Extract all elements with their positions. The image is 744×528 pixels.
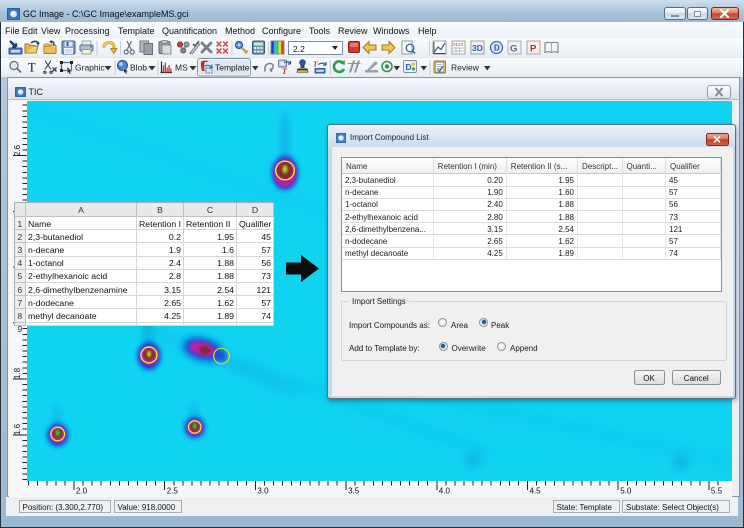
svg-text:Template: Template [215, 63, 250, 73]
svg-text:P: P [530, 44, 537, 55]
svg-text:Graphic: Graphic [75, 63, 106, 73]
svg-text:Review: Review [451, 63, 480, 73]
svg-text:G: G [510, 44, 517, 55]
svg-text:D: D [406, 62, 412, 72]
svg-text:T: T [313, 60, 318, 69]
svg-text:4.0: 4.0 [439, 487, 451, 496]
svg-text:3D: 3D [472, 43, 483, 53]
svg-text:Blob: Blob [130, 63, 147, 73]
svg-text:MS: MS [175, 63, 188, 73]
svg-text:5.5: 5.5 [711, 487, 723, 496]
svg-text:D: D [494, 44, 500, 53]
svg-text:0123: 0123 [453, 42, 464, 47]
svg-text:2.5: 2.5 [167, 487, 179, 496]
svg-text:3.0: 3.0 [257, 487, 269, 496]
svg-text:T: T [282, 67, 288, 76]
svg-text:T: T [28, 61, 36, 75]
svg-text:3.5: 3.5 [348, 487, 360, 496]
svg-text:5.0: 5.0 [620, 487, 632, 496]
svg-text:2.0: 2.0 [76, 487, 88, 496]
svg-text:4.5: 4.5 [530, 487, 542, 496]
